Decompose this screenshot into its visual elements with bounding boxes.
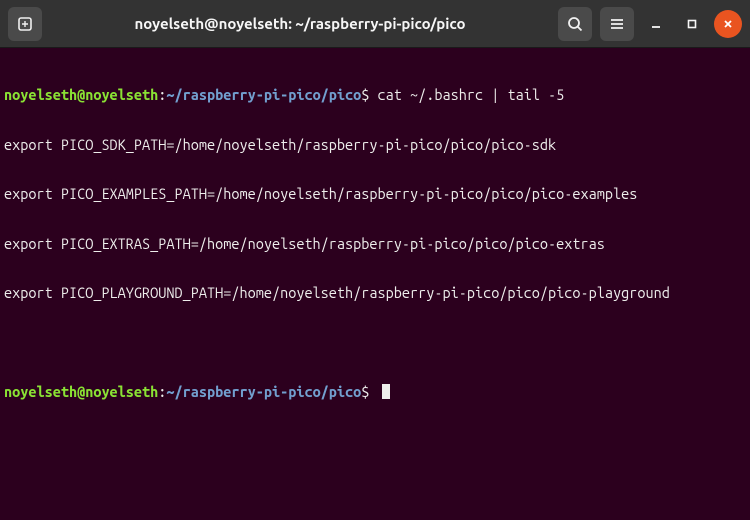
prompt-line: noyelseth@noyelseth:~/raspberry-pi-pico/… bbox=[4, 384, 746, 401]
titlebar-left bbox=[8, 7, 42, 41]
titlebar: noyelseth@noyelseth: ~/raspberry-pi-pico… bbox=[0, 0, 750, 48]
window-title: noyelseth@noyelseth: ~/raspberry-pi-pico… bbox=[135, 15, 466, 32]
maximize-button[interactable] bbox=[678, 10, 706, 38]
maximize-icon bbox=[686, 18, 698, 30]
close-icon bbox=[722, 18, 734, 30]
titlebar-right bbox=[558, 7, 742, 41]
output-line: export PICO_SDK_PATH=/home/noyelseth/ras… bbox=[4, 137, 746, 154]
search-icon bbox=[567, 16, 583, 32]
output-line: export PICO_EXTRAS_PATH=/home/noyelseth/… bbox=[4, 236, 746, 253]
minimize-button[interactable] bbox=[642, 10, 670, 38]
cursor bbox=[382, 384, 390, 399]
prompt-colon: : bbox=[158, 384, 166, 401]
output-line: export PICO_EXAMPLES_PATH=/home/noyelset… bbox=[4, 186, 746, 203]
new-tab-button[interactable] bbox=[8, 7, 42, 41]
prompt-dollar: $ bbox=[361, 384, 369, 401]
new-tab-icon bbox=[16, 15, 34, 33]
prompt-line: noyelseth@noyelseth:~/raspberry-pi-pico/… bbox=[4, 87, 746, 104]
menu-button[interactable] bbox=[600, 7, 634, 41]
minimize-icon bbox=[650, 18, 662, 30]
search-button[interactable] bbox=[558, 7, 592, 41]
prompt-user-host: noyelseth@noyelseth bbox=[4, 384, 158, 401]
command-text: cat ~/.bashrc | tail -5 bbox=[369, 87, 564, 104]
prompt-path: ~/raspberry-pi-pico/pico bbox=[166, 87, 361, 104]
titlebar-center: noyelseth@noyelseth: ~/raspberry-pi-pico… bbox=[50, 15, 550, 32]
prompt-dollar: $ bbox=[361, 87, 369, 104]
hamburger-icon bbox=[609, 16, 625, 32]
blank-line bbox=[4, 335, 746, 352]
close-button[interactable] bbox=[714, 10, 742, 38]
prompt-user-host: noyelseth@noyelseth bbox=[4, 87, 158, 104]
prompt-path: ~/raspberry-pi-pico/pico bbox=[166, 384, 361, 401]
prompt-colon: : bbox=[158, 87, 166, 104]
output-line: export PICO_PLAYGROUND_PATH=/home/noyels… bbox=[4, 285, 746, 302]
command-text bbox=[369, 384, 377, 401]
terminal-body[interactable]: noyelseth@noyelseth:~/raspberry-pi-pico/… bbox=[0, 48, 750, 423]
